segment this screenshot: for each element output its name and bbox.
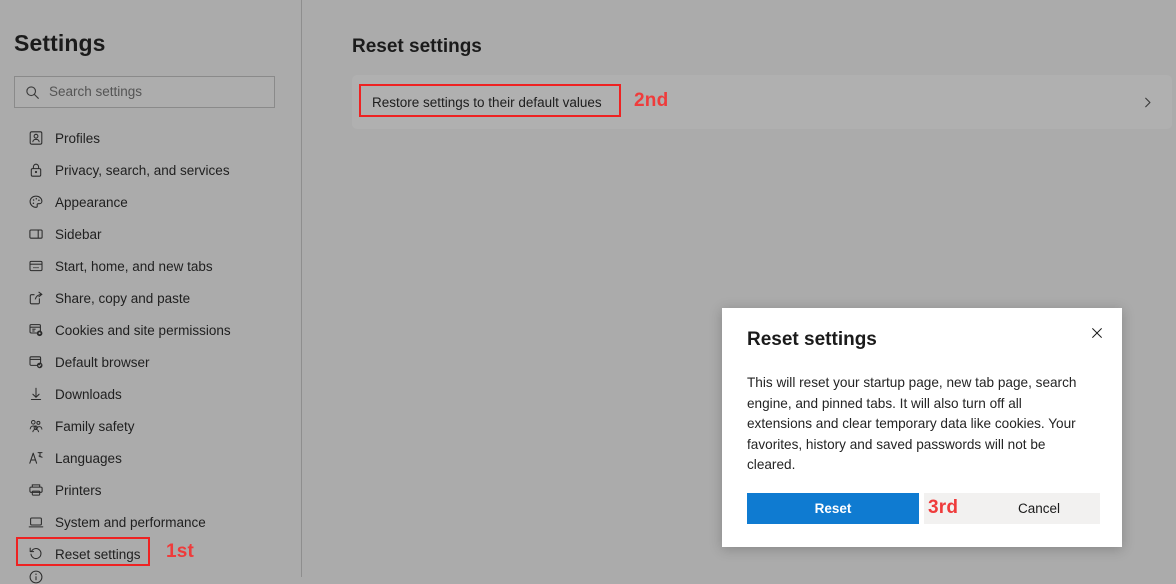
- sidebar-panel-icon: [26, 224, 46, 244]
- sidebar-item-start-home-and-new-tabs[interactable]: Start, home, and new tabs: [0, 250, 302, 282]
- search-input[interactable]: [49, 78, 259, 106]
- printer-icon: [26, 480, 46, 500]
- sidebar-item-share-copy-and-paste[interactable]: Share, copy and paste: [0, 282, 302, 314]
- settings-nav-list: Profiles Privacy, search, and services: [0, 122, 302, 584]
- languages-icon: [26, 448, 46, 468]
- sidebar-item-downloads[interactable]: Downloads: [0, 378, 302, 410]
- sidebar-item-printers[interactable]: Printers: [0, 474, 302, 506]
- browser-check-icon: [26, 352, 46, 372]
- sidebar-item-label: Start, home, and new tabs: [55, 259, 213, 274]
- close-icon[interactable]: [1082, 318, 1112, 348]
- search-settings-box[interactable]: [14, 76, 275, 108]
- sidebar-item-system-and-performance[interactable]: System and performance: [0, 506, 302, 538]
- sidebar-item-label: Sidebar: [55, 227, 102, 242]
- sidebar-item-label: Printers: [55, 483, 102, 498]
- annotation-step-1: 1st: [166, 541, 194, 563]
- sidebar-item-sidebar[interactable]: Sidebar: [0, 218, 302, 250]
- sidebar-item-label: Downloads: [55, 387, 122, 402]
- dialog-title: Reset settings: [747, 329, 877, 351]
- sidebar-item-label: Default browser: [55, 355, 150, 370]
- monitor-icon: [26, 512, 46, 532]
- sidebar-item-label: Cookies and site permissions: [55, 323, 231, 338]
- sidebar-item-label: Languages: [55, 451, 122, 466]
- sidebar-item-family-safety[interactable]: Family safety: [0, 410, 302, 442]
- search-icon: [15, 85, 49, 100]
- reset-confirm-button[interactable]: Reset: [747, 493, 919, 524]
- reset-settings-dialog: Reset settings This will reset your star…: [722, 308, 1122, 547]
- restore-defaults-label: Restore settings to their default values: [372, 95, 602, 110]
- sidebar-item-label: Appearance: [55, 195, 128, 210]
- sidebar-item-label: Profiles: [55, 131, 100, 146]
- sidebar-item-appearance[interactable]: Appearance: [0, 186, 302, 218]
- profile-icon: [26, 128, 46, 148]
- dialog-body-text: This will reset your startup page, new t…: [747, 373, 1087, 476]
- sidebar-item-label: Privacy, search, and services: [55, 163, 230, 178]
- sidebar-item-languages[interactable]: Languages: [0, 442, 302, 474]
- dialog-action-bar: Reset Cancel: [747, 493, 1100, 524]
- cookies-gear-icon: [26, 320, 46, 340]
- share-icon: [26, 288, 46, 308]
- sidebar-item-about[interactable]: [0, 570, 302, 584]
- sidebar-item-label: Share, copy and paste: [55, 291, 190, 306]
- sidebar-item-default-browser[interactable]: Default browser: [0, 346, 302, 378]
- sidebar-item-reset-settings[interactable]: Reset settings: [0, 538, 302, 570]
- family-people-icon: [26, 416, 46, 436]
- sidebar-item-label: System and performance: [55, 515, 206, 530]
- annotation-step-3: 3rd: [928, 497, 958, 519]
- section-heading: Reset settings: [352, 36, 482, 58]
- reset-arrow-icon: [26, 544, 46, 564]
- info-circle-icon: [26, 570, 46, 584]
- window-dots-icon: [26, 256, 46, 276]
- download-arrow-icon: [26, 384, 46, 404]
- sidebar-item-profiles[interactable]: Profiles: [0, 122, 302, 154]
- sidebar-item-label: Reset settings: [55, 547, 141, 562]
- restore-defaults-row[interactable]: Restore settings to their default values: [352, 75, 1172, 129]
- chevron-right-icon[interactable]: [1141, 96, 1154, 109]
- palette-icon: [26, 192, 46, 212]
- sidebar-item-privacy-search-and-services[interactable]: Privacy, search, and services: [0, 154, 302, 186]
- sidebar-item-cookies-and-site-permissions[interactable]: Cookies and site permissions: [0, 314, 302, 346]
- sidebar-item-label: Family safety: [55, 419, 135, 434]
- lock-icon: [26, 160, 46, 180]
- annotation-step-2: 2nd: [634, 90, 668, 112]
- settings-sidebar: Settings Profiles: [0, 0, 302, 577]
- page-title: Settings: [14, 30, 106, 57]
